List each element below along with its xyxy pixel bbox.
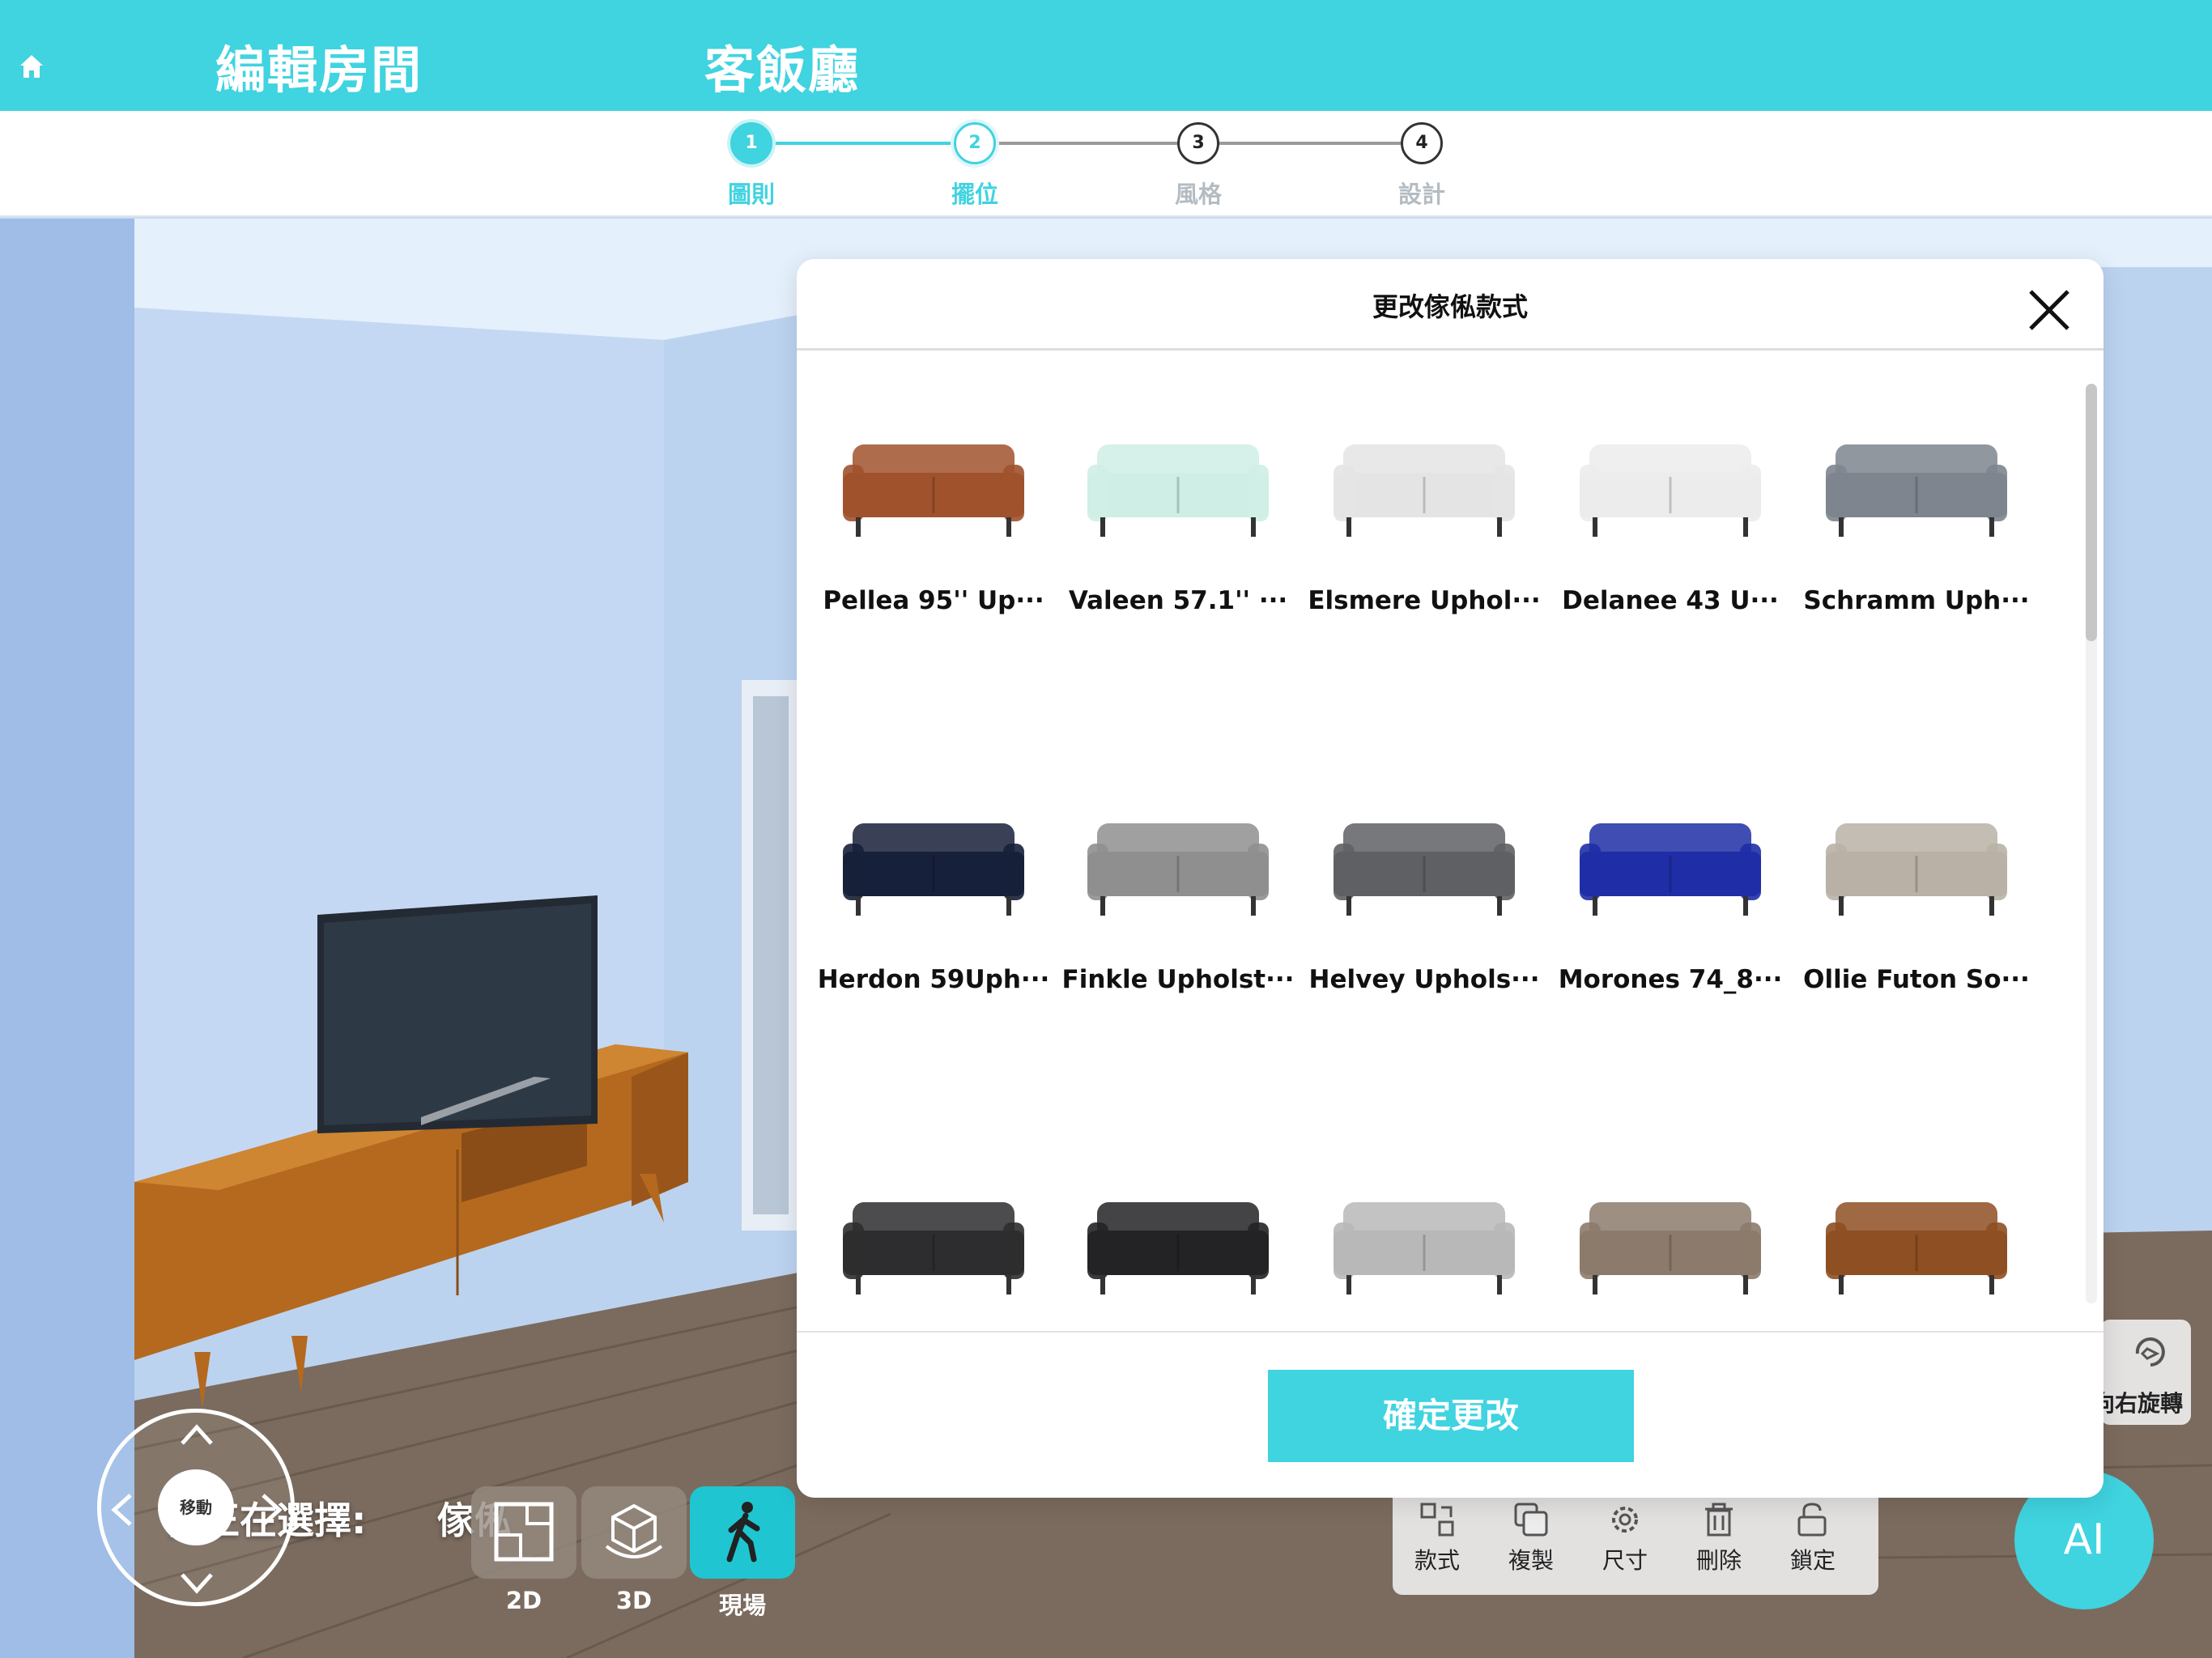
furniture-item-name: Valeen 57.1'' ··· (1068, 586, 1288, 615)
rotate-right-icon (2135, 1337, 2165, 1367)
dialog-divider (797, 348, 2104, 351)
furniture-item[interactable] (1307, 1166, 1542, 1312)
view-3d-label: 3D (615, 1587, 653, 1614)
furniture-item[interactable]: Helvey Uphols··· (1307, 787, 1542, 994)
view-2d-label: 2D (505, 1587, 542, 1614)
rotate-right-label: 向右旋轉 (2092, 1390, 2184, 1417)
tool-copy[interactable]: 複製 (1487, 1501, 1576, 1575)
sofa-thumbnail (1826, 823, 2007, 916)
chevron-up-icon[interactable] (179, 1422, 215, 1447)
furniture-item[interactable] (1799, 1166, 2034, 1312)
chevron-down-icon[interactable] (179, 1571, 215, 1596)
furniture-item-name: Finkle Upholst··· (1061, 965, 1295, 994)
tool-style[interactable]: 款式 (1393, 1501, 1482, 1575)
walking-person-icon (726, 1502, 760, 1562)
tool-size-label: 尺寸 (1602, 1547, 1648, 1574)
step-1[interactable]: 1 圖則 (687, 122, 816, 210)
scrollbar-thumb[interactable] (2086, 384, 2097, 641)
cube-rotate-icon (605, 1503, 663, 1558)
dialog-footer-divider (797, 1331, 2104, 1333)
furniture-grid: Pellea 95'' Up··· Valeen 57.1'' ··· Elsmer… (797, 351, 2084, 1329)
sofa-thumbnail (1087, 444, 1269, 537)
page-title: 編輯房間 (215, 40, 423, 100)
furniture-item[interactable]: Finkle Upholst··· (1061, 787, 1295, 994)
view-2d-button[interactable] (471, 1486, 576, 1579)
view-3d-button[interactable] (581, 1486, 687, 1579)
furniture-item[interactable]: Pellea 95'' Up··· (816, 408, 1051, 615)
sofa-thumbnail (843, 823, 1024, 916)
view-live-label: 現場 (718, 1592, 766, 1619)
furniture-item-name: Herdon 59Uph··· (817, 965, 1050, 994)
furniture-toolbar: 款式 複製 尺寸 刪除 鎖定 (1393, 1482, 1878, 1595)
sofa-thumbnail (843, 1202, 1024, 1295)
top-bar: 編輯房間 客飯廳 (0, 0, 2212, 111)
step-4-circle: 4 (1401, 122, 1443, 164)
furniture-item[interactable] (1061, 1166, 1295, 1312)
step-3-circle: 3 (1177, 122, 1219, 164)
joystick-move-label[interactable]: 移動 (158, 1469, 234, 1545)
furniture-item-name: Ollie Futon So··· (1803, 965, 2030, 994)
progress-stepper: 1 圖則 2 擺位 3 風格 4 設計 (0, 111, 2212, 217)
step-3[interactable]: 3 風格 (1134, 122, 1263, 210)
furniture-item[interactable]: Elsmere Uphol··· (1307, 408, 1542, 615)
unlock-icon (1797, 1503, 1827, 1537)
step-3-label: 風格 (1174, 181, 1222, 208)
furniture-item[interactable]: Morones 74_8··· (1553, 787, 1788, 994)
sofa-thumbnail (1334, 823, 1515, 916)
move-joystick[interactable]: 移動 (97, 1409, 295, 1606)
tool-lock[interactable]: 鎖定 (1768, 1501, 1857, 1575)
dialog-scrollbar[interactable] (2086, 384, 2097, 1303)
furniture-item[interactable]: Schramm Uph··· (1799, 408, 2034, 615)
furniture-item-name: Morones 74_8··· (1558, 965, 1783, 994)
furniture-item-name: Helvey Uphols··· (1308, 965, 1540, 994)
sofa-thumbnail (1334, 1202, 1515, 1295)
furniture-item[interactable]: Ollie Futon So··· (1799, 787, 2034, 994)
step-2-label: 擺位 (951, 181, 998, 208)
furniture-item[interactable]: Valeen 57.1'' ··· (1061, 408, 1295, 615)
home-icon[interactable] (18, 53, 45, 80)
sofa-thumbnail (1580, 1202, 1761, 1295)
sofa-thumbnail (1087, 1202, 1269, 1295)
room-name: 客飯廳 (704, 40, 861, 100)
step-1-label: 圖則 (727, 181, 775, 208)
sofa-thumbnail (1826, 444, 2007, 537)
furniture-item[interactable] (816, 1166, 1051, 1312)
sofa-thumbnail (1580, 823, 1761, 916)
furniture-item-name: Schramm Uph··· (1803, 586, 2030, 615)
step-4[interactable]: 4 設計 (1357, 122, 1487, 210)
floorplan-icon (494, 1502, 554, 1562)
close-icon[interactable] (2021, 282, 2078, 338)
furniture-item-name: Pellea 95'' Up··· (823, 586, 1044, 615)
sofa-thumbnail (1826, 1202, 2007, 1295)
sofa-thumbnail (1087, 823, 1269, 916)
gear-icon (1612, 1507, 1638, 1533)
step-4-label: 設計 (1397, 181, 1445, 208)
dialog-title: 更改傢俬款式 (1372, 291, 1528, 322)
furniture-item[interactable]: Herdon 59Uph··· (816, 787, 1051, 994)
style-icon (1420, 1503, 1454, 1537)
step-1-circle: 1 (730, 122, 772, 164)
sofa-thumbnail (1580, 444, 1761, 537)
step-2-circle: 2 (954, 122, 996, 164)
furniture-item[interactable]: Delanee 43 U··· (1553, 408, 1788, 615)
sofa-thumbnail (1334, 444, 1515, 537)
sofa-thumbnail (843, 444, 1024, 537)
tool-size[interactable]: 尺寸 (1580, 1501, 1670, 1575)
copy-icon (1514, 1503, 1548, 1537)
tool-style-label: 款式 (1414, 1547, 1460, 1574)
step-2[interactable]: 2 擺位 (910, 122, 1040, 210)
trash-icon (1705, 1503, 1733, 1537)
view-live-button[interactable] (690, 1486, 795, 1579)
furniture-item-name: Elsmere Uphol··· (1308, 586, 1541, 615)
tool-lock-label: 鎖定 (1789, 1547, 1836, 1574)
furniture-item-name: Delanee 43 U··· (1562, 586, 1779, 615)
confirm-change-button[interactable]: 確定更改 (1268, 1370, 1634, 1462)
tool-delete[interactable]: 刪除 (1674, 1501, 1763, 1575)
change-furniture-style-dialog: 更改傢俬款式 Pellea 95'' Up··· Valeen 57.1'' ··… (797, 259, 2104, 1498)
furniture-item[interactable] (1553, 1166, 1788, 1312)
chevron-left-icon[interactable] (109, 1492, 134, 1528)
chevron-right-icon[interactable] (260, 1492, 284, 1528)
tool-delete-label: 刪除 (1695, 1547, 1742, 1574)
tool-copy-label: 複製 (1508, 1547, 1554, 1574)
